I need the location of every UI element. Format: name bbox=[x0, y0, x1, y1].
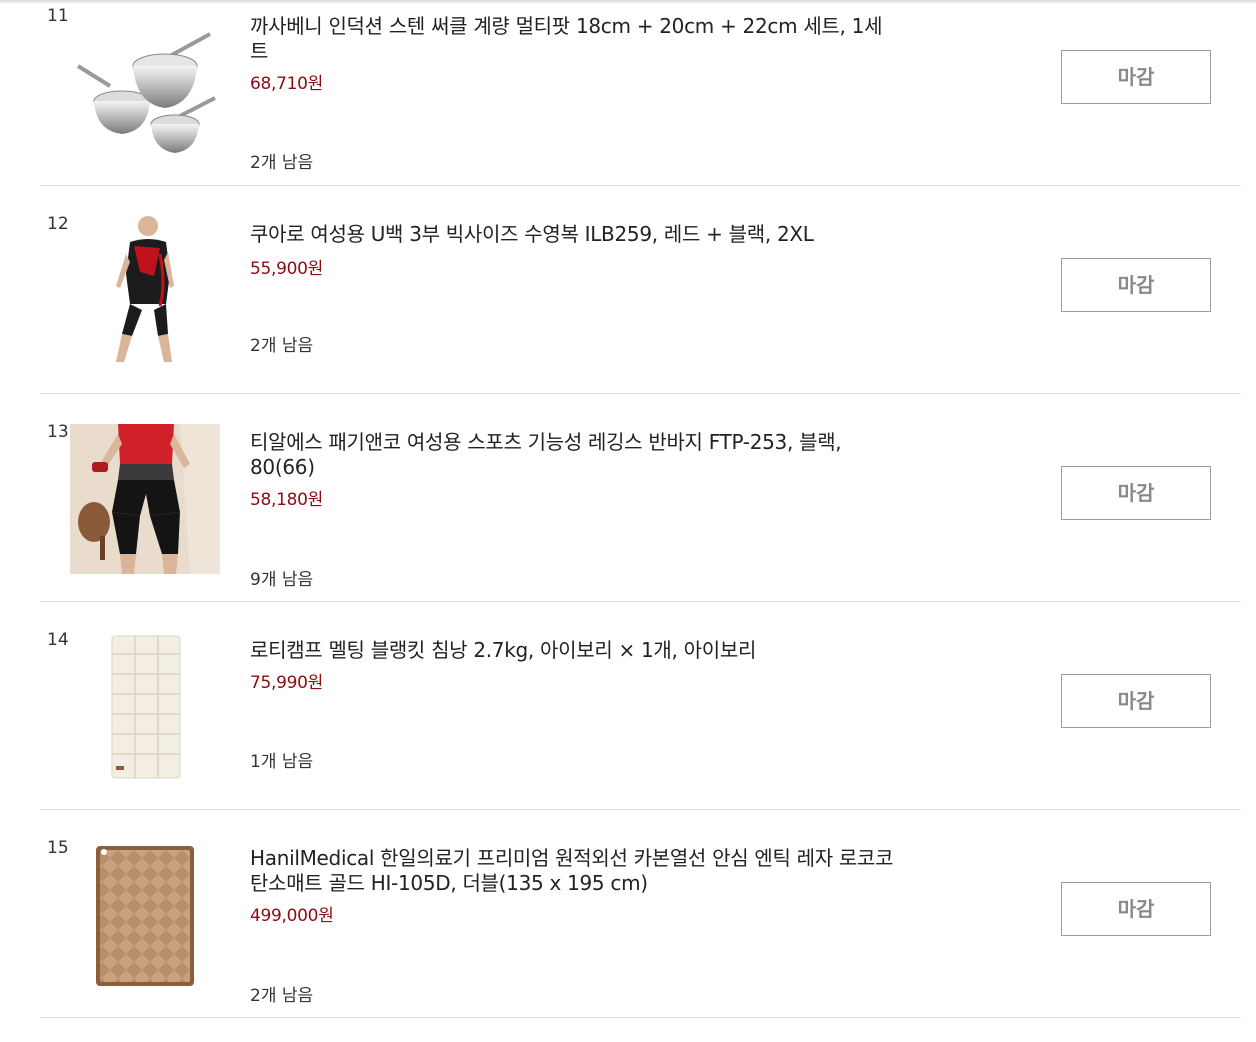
stock-remaining: 2개 남음 bbox=[250, 986, 314, 1006]
closed-button[interactable]: 마감 bbox=[1061, 466, 1211, 520]
closed-button[interactable]: 마감 bbox=[1061, 674, 1211, 728]
closed-button[interactable]: 마감 bbox=[1061, 258, 1211, 312]
product-image-pot-set[interactable] bbox=[70, 16, 220, 166]
list-item: 12 쿠아로 여성용 U백 3부 빅사이즈 수영복 ILB259, 레드 + 블… bbox=[40, 186, 1241, 394]
list-item: 15 HanilMedical 한일의료기 프리미엄 원적외선 카본열선 안심 … bbox=[40, 810, 1241, 1018]
product-title[interactable]: 로티캠프 멜팅 블랭킷 침낭 2.7kg, 아이보리 × 1개, 아이보리 bbox=[250, 638, 900, 663]
closed-button[interactable]: 마감 bbox=[1061, 50, 1211, 104]
carbon-mat-icon bbox=[96, 846, 194, 986]
rank-number: 15 bbox=[47, 838, 69, 858]
swimsuit-icon bbox=[116, 216, 174, 362]
stainless-pot-set-icon bbox=[76, 32, 216, 153]
product-title[interactable]: 까사베니 인덕션 스텐 써클 계량 멀티팟 18cm + 20cm + 22cm… bbox=[250, 14, 900, 64]
list-item: 11 까사베니 인덕션 스텐 써클 계량 멀티팟 18cm + 20cm + 2… bbox=[40, 0, 1241, 186]
rank-number: 14 bbox=[47, 630, 69, 650]
product-title[interactable]: HanilMedical 한일의료기 프리미엄 원적외선 카본열선 안심 엔틱 … bbox=[250, 846, 900, 896]
product-image-carbon-mat[interactable] bbox=[70, 842, 220, 992]
rank-number: 13 bbox=[47, 422, 69, 442]
closed-button[interactable]: 마감 bbox=[1061, 882, 1211, 936]
stock-remaining: 9개 남음 bbox=[250, 570, 314, 590]
product-image-leggings[interactable] bbox=[70, 424, 220, 574]
product-title[interactable]: 쿠아로 여성용 U백 3부 빅사이즈 수영복 ILB259, 레드 + 블랙, … bbox=[250, 222, 900, 247]
product-price: 68,710원 bbox=[250, 74, 324, 94]
product-price: 75,990원 bbox=[250, 673, 324, 693]
rank-number: 11 bbox=[47, 6, 69, 26]
product-image-swimsuit[interactable] bbox=[70, 214, 220, 364]
product-price: 58,180원 bbox=[250, 490, 324, 510]
product-image-sleeping-bag[interactable] bbox=[70, 632, 220, 782]
stock-remaining: 2개 남음 bbox=[250, 336, 314, 356]
sport-leggings-icon bbox=[70, 424, 220, 574]
product-price: 499,000원 bbox=[250, 906, 334, 926]
stock-remaining: 1개 남음 bbox=[250, 752, 314, 772]
list-item: 14 로티캠프 멜팅 블랭킷 침낭 2.7kg, 아이보리 × 1개, 아이보리… bbox=[40, 602, 1241, 810]
product-title[interactable]: 티알에스 패기앤코 여성용 스포츠 기능성 레깅스 반바지 FTP-253, 블… bbox=[250, 430, 900, 480]
stock-remaining: 2개 남음 bbox=[250, 153, 314, 173]
product-price: 55,900원 bbox=[250, 259, 324, 279]
sleeping-bag-icon bbox=[111, 635, 181, 779]
rank-number: 12 bbox=[47, 214, 69, 234]
list-item: 13 티알에스 패기앤코 여성용 스포츠 기능성 레깅스 반바지 FTP-253… bbox=[40, 394, 1241, 602]
